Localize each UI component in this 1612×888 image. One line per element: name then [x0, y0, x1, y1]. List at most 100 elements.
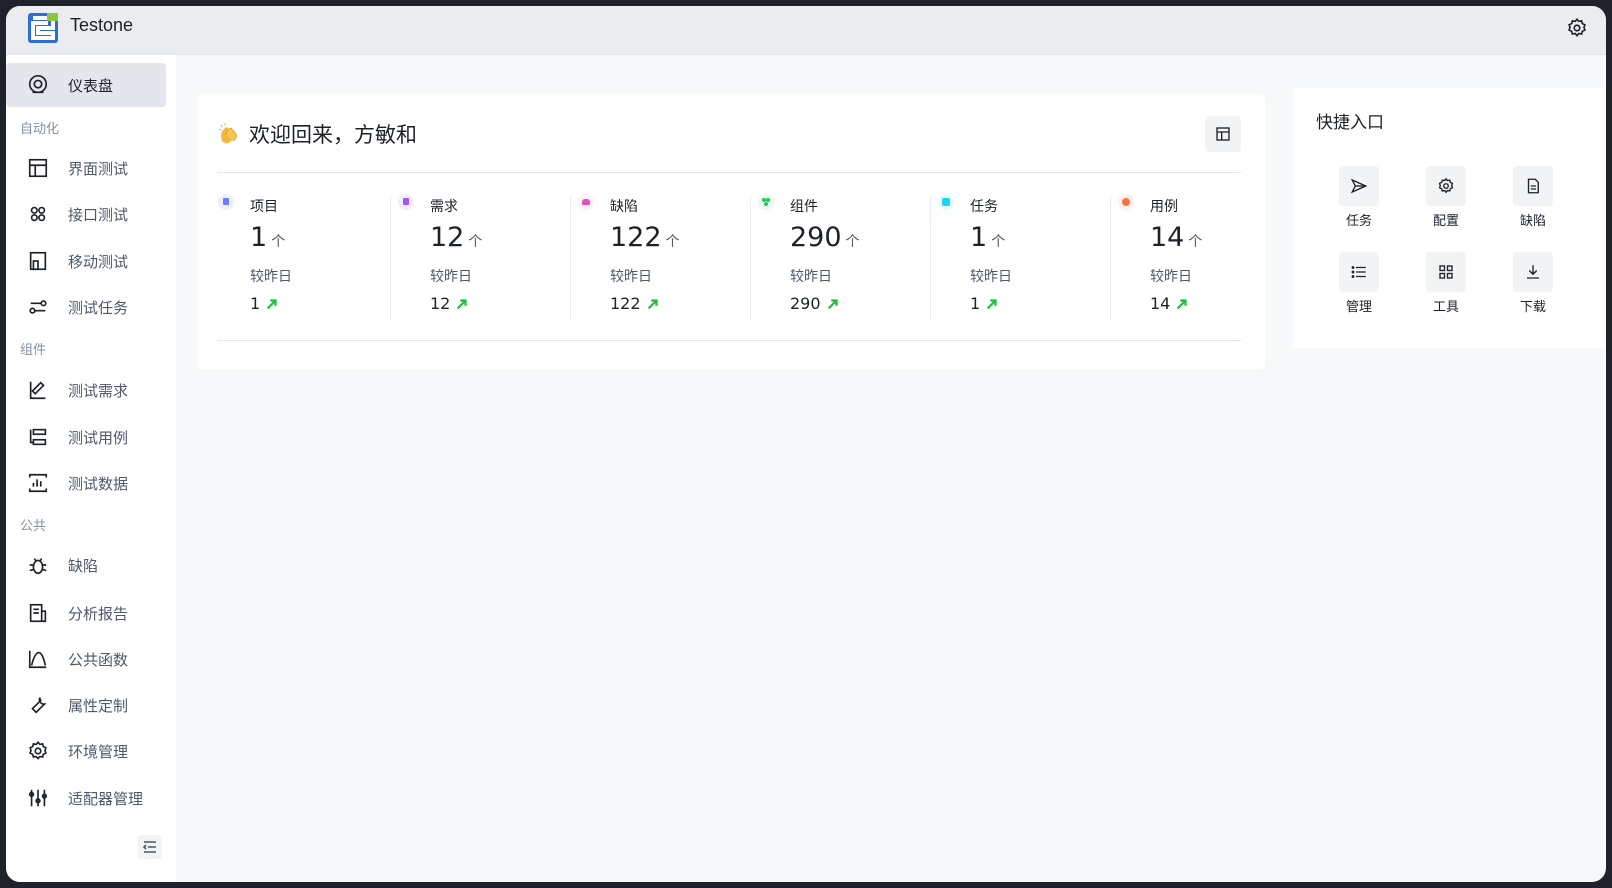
sidebar-item-label: 移动测试	[68, 252, 129, 271]
quick-item-label: 下载	[1519, 300, 1546, 315]
stat-compare-label: 较昨日	[610, 269, 652, 285]
sidebar-item-mobile-test[interactable]: 移动测试	[6, 239, 166, 283]
stat-bug[interactable]: 缺陷 122 个 较昨日 122	[578, 192, 758, 320]
sidebar-item-api-test[interactable]: 接口测试	[6, 192, 166, 236]
layout-toggle-button[interactable]	[1205, 116, 1241, 152]
quick-item-config[interactable]: 配置	[1416, 166, 1476, 236]
stat-compare-label: 较昨日	[430, 269, 472, 285]
sidebar-item-public-function[interactable]: 公共函数	[6, 637, 166, 681]
sidebar-item-label: 接口测试	[68, 205, 129, 224]
project-icon	[218, 194, 234, 210]
nav-group-component: 组件	[20, 343, 47, 358]
sidebar-item-adapter[interactable]: 适配器管理	[6, 776, 166, 820]
quick-item-label: 工具	[1432, 300, 1459, 315]
quick-item-download[interactable]: 下载	[1503, 252, 1563, 322]
quick-item-label: 缺陷	[1519, 214, 1546, 229]
sidebar-item-bug[interactable]: 缺陷	[6, 543, 166, 587]
sidebar-item-label: 测试需求	[68, 381, 129, 400]
api-icon	[30, 206, 46, 222]
stat-title: 缺陷	[610, 199, 638, 215]
sidebar-item-attribute[interactable]: 属性定制	[6, 683, 166, 727]
sidebar-item-ui-test[interactable]: 界面测试	[6, 146, 166, 190]
stat-delta: 122	[610, 294, 660, 313]
stat-task[interactable]: 任务 1个 较昨日 1	[938, 192, 1118, 320]
sliders-icon	[28, 789, 48, 807]
divider	[217, 340, 1241, 341]
arrow-up-icon	[647, 298, 658, 309]
stat-delta: 12	[430, 294, 469, 313]
stat-delta: 1	[970, 294, 999, 313]
sidebar-item-test-case[interactable]: 测试用例	[6, 415, 166, 459]
welcome-card: 欢迎回来，方敏和 项目 1个 较昨日 1 需求 12 个 较昨日 12 缺陷 12…	[197, 94, 1265, 369]
nav-group-automation: 自动化	[20, 122, 60, 137]
stat-count: 1个	[250, 222, 286, 253]
stat-count: 122 个	[610, 222, 680, 253]
stat-compare-label: 较昨日	[790, 269, 832, 285]
sidebar-item-label: 界面测试	[68, 159, 129, 178]
top-bar: Testone	[6, 6, 1606, 55]
stat-compare-label: 较昨日	[250, 269, 292, 285]
sidebar-item-label: 分析报告	[68, 604, 129, 623]
sidebar-item-label: 公共函数	[68, 650, 129, 669]
quick-item-label: 管理	[1345, 300, 1372, 315]
layout-icon	[1216, 127, 1230, 141]
sidebar: 仪表盘 自动化 界面测试 接口测试 移动测试 测试任务 组件 测试需求 测试用例	[6, 55, 176, 882]
stat-delta: 14	[1150, 294, 1189, 313]
quick-item-label: 任务	[1345, 214, 1372, 229]
app-window: Testone 仪表盘 自动化 界面测试 接口测试 移动测试 测试任务 组件 测…	[6, 6, 1606, 882]
app-title: Testone	[70, 15, 134, 35]
requirement-icon	[398, 194, 414, 210]
arrow-up-icon	[457, 298, 467, 309]
settings-gear-icon[interactable]	[1566, 17, 1588, 39]
file-icon	[1527, 178, 1539, 194]
stat-project[interactable]: 项目 1个 较昨日 1	[218, 192, 398, 320]
dashboard-icon	[28, 75, 48, 94]
collapse-sidebar-icon[interactable]	[138, 835, 162, 859]
sidebar-item-report[interactable]: 分析报告	[6, 591, 166, 635]
divider	[1110, 196, 1111, 320]
task-icon	[29, 300, 47, 314]
send-icon	[1350, 178, 1368, 194]
sidebar-item-environment[interactable]: 环境管理	[6, 729, 166, 773]
clapping-hands-icon	[218, 123, 237, 144]
sidebar-item-test-requirement[interactable]: 测试需求	[6, 368, 166, 412]
stat-compare-label: 较昨日	[970, 269, 1012, 285]
stat-delta: 1	[250, 294, 279, 313]
sidebar-item-dashboard[interactable]: 仪表盘	[6, 63, 166, 107]
divider	[217, 172, 1241, 173]
quick-item-tools[interactable]: 工具	[1416, 252, 1476, 322]
testcase-icon	[29, 428, 47, 446]
stat-title: 项目	[250, 199, 278, 215]
gear-icon	[29, 741, 47, 760]
stat-delta: 290	[790, 294, 840, 313]
sidebar-item-label: 环境管理	[68, 742, 129, 761]
stat-requirement[interactable]: 需求 12 个 较昨日 12	[398, 192, 578, 320]
sidebar-item-test-task[interactable]: 测试任务	[6, 285, 166, 329]
download-icon	[1527, 265, 1539, 279]
sidebar-item-label: 仪表盘	[68, 76, 114, 95]
sidebar-item-label: 测试数据	[68, 474, 129, 493]
sidebar-item-label: 属性定制	[68, 696, 129, 715]
stat-count: 290 个	[790, 222, 860, 253]
divider	[930, 196, 931, 320]
quick-entry-card: 快捷入口 任务 配置 缺陷 管理 工具 下载	[1293, 88, 1606, 348]
grid-icon	[1439, 265, 1453, 279]
arrow-up-icon	[827, 298, 838, 309]
quick-item-bug[interactable]: 缺陷	[1503, 166, 1563, 236]
sidebar-item-test-data[interactable]: 测试数据	[6, 461, 166, 505]
quick-item-manage[interactable]: 管理	[1329, 252, 1389, 322]
bug-icon	[29, 558, 47, 575]
sidebar-item-label: 适配器管理	[68, 789, 144, 808]
stat-title: 组件	[790, 199, 818, 215]
gear-icon	[1438, 177, 1454, 194]
arrow-up-icon	[987, 298, 997, 309]
testcase-icon	[1118, 194, 1134, 210]
stat-component[interactable]: 组件 290 个 较昨日 290	[758, 192, 938, 320]
stat-title: 任务	[970, 199, 998, 215]
function-icon	[28, 650, 47, 669]
testone-logo	[28, 13, 58, 43]
divider	[570, 196, 571, 320]
quick-item-task[interactable]: 任务	[1329, 166, 1389, 236]
stat-testcase[interactable]: 用例 14 个 较昨日 14	[1118, 192, 1298, 320]
arrow-up-icon	[1177, 298, 1187, 309]
